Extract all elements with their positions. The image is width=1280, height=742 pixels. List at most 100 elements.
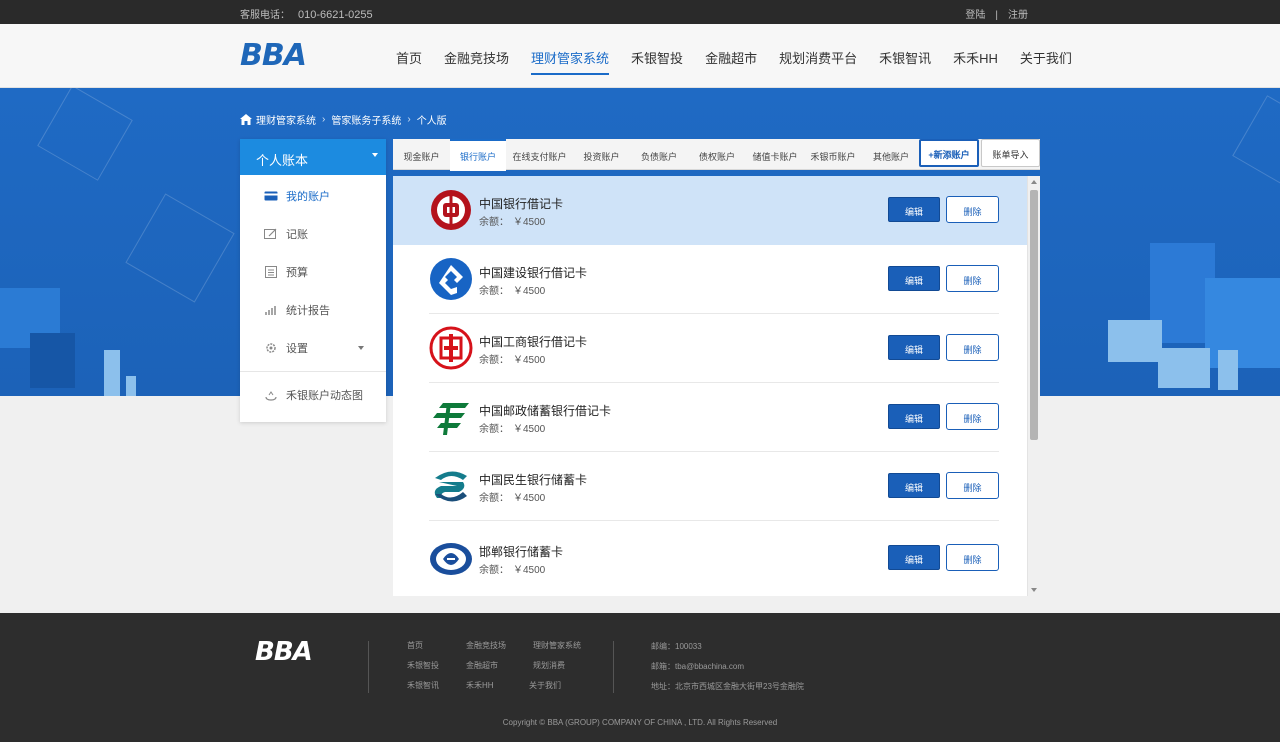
footer-link[interactable]: 禾禾HH (466, 680, 494, 691)
delete-button[interactable]: 删除 (946, 472, 999, 499)
tab-stored-value[interactable]: 储值卡账户 (746, 139, 804, 170)
nav-item-about[interactable]: 关于我们 (1020, 48, 1072, 67)
sidebar: 个人账本 我的账户 记账 预算 统计报告 设置 禾银账户动态图 (240, 139, 386, 422)
list-item[interactable]: 中国建设银行借记卡 余额： ￥4500 编辑 删除 (393, 245, 1027, 314)
breadcrumb-item[interactable]: 理财管家系统 (256, 112, 316, 127)
decor-cube (1205, 278, 1280, 368)
balance-label: 余额： (479, 286, 509, 297)
nav-item-hh[interactable]: 禾禾HH (953, 48, 998, 67)
sidebar-item-label: 统计报告 (286, 305, 330, 317)
footer-divider (613, 641, 614, 693)
footer-link[interactable]: 禾银智讯 (407, 680, 439, 691)
tab-credit[interactable]: 债权账户 (688, 139, 746, 170)
site-logo[interactable]: BBA (240, 38, 307, 73)
list-item[interactable]: 邯郸银行储蓄卡 余额： ￥4500 编辑 删除 (393, 521, 1027, 596)
balance-value: ￥4500 (513, 424, 546, 435)
nav-item-finance-manager[interactable]: 理财管家系统 (531, 48, 610, 75)
nav-item-market[interactable]: 金融超市 (705, 48, 757, 67)
edit-button[interactable]: 编辑 (888, 266, 940, 291)
edit-button[interactable]: 编辑 (888, 545, 940, 570)
footer-address: 地址：北京市西城区金融大街甲23号金融院 (651, 682, 804, 691)
delete-button[interactable]: 删除 (946, 265, 999, 292)
list-item[interactable]: 中国银行借记卡 余额： ￥4500 编辑 删除 (393, 176, 1027, 245)
balance-label: 余额： (479, 217, 509, 228)
edit-button[interactable]: 编辑 (888, 404, 940, 429)
site-header: BBA 首页 金融竞技场 理财管家系统 禾银智投 金融超市 规划消费平台 禾银智… (0, 24, 1280, 88)
footer-link[interactable]: 金融超市 (466, 660, 498, 671)
customer-service-phone: 客服电话： 010-6621-0255 (240, 6, 373, 21)
sidebar-item-budget[interactable]: 预算 (240, 253, 386, 291)
tab-investment[interactable]: 投资账户 (573, 139, 630, 170)
main-nav: 首页 金融竞技场 理财管家系统 禾银智投 金融超市 规划消费平台 禾银智讯 禾禾… (396, 48, 1094, 75)
tab-other[interactable]: 其他账户 (862, 139, 920, 170)
footer-link[interactable]: 禾银智投 (407, 660, 439, 671)
nav-item-home[interactable]: 首页 (396, 48, 422, 67)
nav-item-consumption-platform[interactable]: 规划消费平台 (779, 48, 857, 67)
sidebar-item-activity-chart[interactable]: 禾银账户动态图 (240, 376, 386, 414)
footer-link[interactable]: 首页 (407, 640, 423, 651)
footer-link[interactable]: 理财管家系统 (533, 640, 581, 651)
breadcrumb-item[interactable]: 管家账务子系统 (331, 112, 401, 127)
home-icon[interactable] (240, 114, 252, 125)
edit-button[interactable]: 编辑 (888, 197, 940, 222)
top-bar: 客服电话： 010-6621-0255 登陆 | 注册 (0, 0, 1280, 24)
footer-link[interactable]: 关于我们 (529, 680, 561, 691)
nav-item-news[interactable]: 禾银智讯 (879, 48, 931, 67)
decor-hexagon (125, 193, 235, 303)
account-balance: 余额： ￥4500 (479, 282, 545, 297)
import-bill-button[interactable]: 账单导入 (981, 139, 1040, 167)
icbc-logo-icon (429, 326, 473, 370)
decor-server (1158, 348, 1210, 388)
footer-divider (368, 641, 369, 693)
breadcrumb-item: 个人版 (416, 116, 447, 127)
breadcrumb-separator: › (407, 114, 411, 125)
list-item[interactable]: 中国邮政储蓄银行借记卡 余额： ￥4500 编辑 删除 (393, 383, 1027, 452)
list-item[interactable]: 中国工商银行借记卡 余额： ￥4500 编辑 删除 (393, 314, 1027, 383)
tab-heyin-coin[interactable]: 禾银币账户 (804, 139, 862, 170)
edit-icon (264, 228, 277, 239)
sidebar-item-label: 记账 (286, 229, 308, 241)
gear-icon (266, 343, 276, 353)
footer-postcode: 邮编：100033 (651, 642, 702, 651)
sidebar-item-reports[interactable]: 统计报告 (240, 291, 386, 329)
scrollbar[interactable] (1027, 176, 1040, 596)
scroll-up-icon[interactable] (1031, 180, 1037, 184)
psbc-logo-icon (433, 403, 469, 435)
scroll-down-icon[interactable] (1031, 588, 1037, 592)
delete-button[interactable]: 删除 (946, 196, 999, 223)
tab-liability[interactable]: 负债账户 (630, 139, 688, 170)
account-name: 中国银行借记卡 (479, 197, 564, 211)
nav-item-smart-invest[interactable]: 禾银智投 (631, 48, 683, 67)
delete-button[interactable]: 删除 (946, 544, 999, 571)
tab-online-payment[interactable]: 在线支付账户 (506, 139, 573, 170)
tab-bank[interactable]: 银行账户 (450, 139, 506, 171)
sidebar-item-my-accounts[interactable]: 我的账户 (240, 177, 386, 215)
balance-label: 余额： (479, 565, 509, 576)
footer-logo: BBA (255, 637, 313, 667)
sidebar-item-label: 设置 (286, 343, 308, 355)
register-link[interactable]: 注册 (1008, 10, 1028, 21)
balance-value: ￥4500 (513, 493, 546, 504)
sidebar-divider (240, 371, 386, 372)
balance-label: 余额： (479, 355, 509, 366)
add-account-button[interactable]: +新添账户 (919, 139, 979, 167)
sidebar-item-settings[interactable]: 设置 (240, 329, 386, 367)
tab-cash[interactable]: 现金账户 (393, 139, 450, 170)
list-item[interactable]: 中国民生银行储蓄卡 余额： ￥4500 编辑 删除 (393, 452, 1027, 521)
delete-button[interactable]: 删除 (946, 334, 999, 361)
account-balance: 余额： ￥4500 (479, 489, 545, 504)
edit-button[interactable]: 编辑 (888, 473, 940, 498)
delete-button[interactable]: 删除 (946, 403, 999, 430)
balance-value: ￥4500 (513, 355, 546, 366)
footer-link[interactable]: 金融竞技场 (466, 640, 506, 651)
footer-link[interactable]: 规划消费 (533, 660, 565, 671)
edit-button[interactable]: 编辑 (888, 335, 940, 360)
sidebar-item-bookkeeping[interactable]: 记账 (240, 215, 386, 253)
breadcrumb: 理财管家系统 › 管家账务子系统 › 个人版 (240, 112, 447, 127)
login-link[interactable]: 登陆 (965, 10, 985, 21)
nav-item-arena[interactable]: 金融竞技场 (444, 48, 509, 67)
sidebar-header[interactable]: 个人账本 (240, 139, 386, 175)
account-balance: 余额： ￥4500 (479, 561, 545, 576)
auth-separator: | (995, 10, 998, 21)
scrollbar-thumb[interactable] (1030, 190, 1038, 440)
